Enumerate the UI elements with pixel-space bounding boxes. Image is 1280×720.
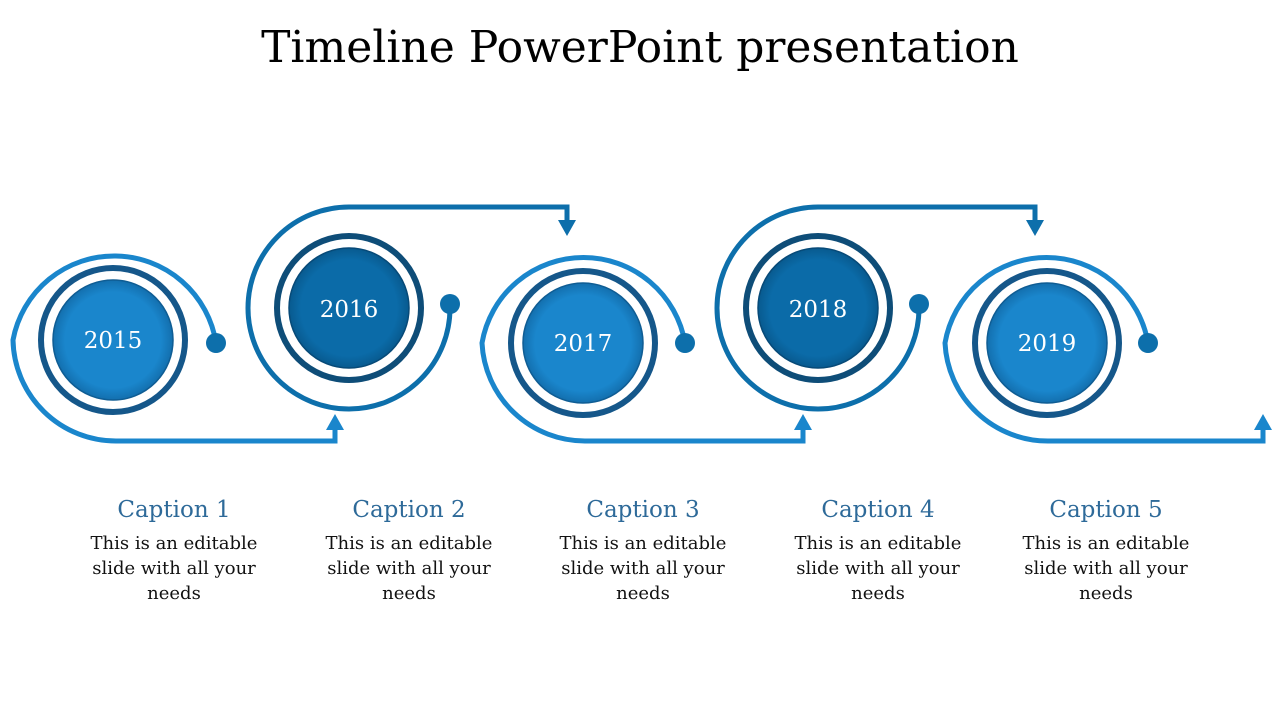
- caption-body: This is an editable slide with all your …: [559, 533, 727, 604]
- timeline-diagram: 2015 2016 2017 2018 2019: [10, 204, 1272, 444]
- loop-end-dot: [1138, 333, 1158, 353]
- caption-body: This is an editable slide with all your …: [90, 533, 258, 604]
- loop-end-dot: [206, 333, 226, 353]
- caption-body: This is an editable slide with all your …: [1022, 533, 1190, 604]
- arrow-down-icon: [1026, 220, 1044, 236]
- caption-title: Caption 4: [821, 497, 935, 523]
- arrow-up-icon: [1254, 414, 1272, 430]
- caption-title: Caption 1: [117, 497, 231, 523]
- caption-block-1: Caption 1 This is an editable slide with…: [74, 497, 274, 606]
- year-label: 2017: [554, 331, 613, 357]
- arrow-up-icon: [794, 414, 812, 430]
- caption-block-3: Caption 3 This is an editable slide with…: [543, 497, 743, 606]
- milestone-5: 2019: [942, 255, 1272, 444]
- caption-title: Caption 5: [1049, 497, 1163, 523]
- caption-body: This is an editable slide with all your …: [794, 533, 962, 604]
- year-label: 2019: [1018, 331, 1077, 357]
- caption-title: Caption 3: [586, 497, 700, 523]
- caption-block-2: Caption 2 This is an editable slide with…: [309, 497, 509, 606]
- arrow-up-icon: [326, 414, 344, 430]
- milestone-4: 2018: [714, 204, 1044, 412]
- loop-end-dot: [675, 333, 695, 353]
- arrow-down-icon: [558, 220, 576, 236]
- year-label: 2015: [84, 328, 143, 354]
- caption-block-5: Caption 5 This is an editable slide with…: [1006, 497, 1206, 606]
- caption-title: Caption 2: [352, 497, 466, 523]
- milestone-2: 2016: [245, 204, 576, 412]
- loop-end-dot: [909, 294, 929, 314]
- year-label: 2016: [320, 297, 379, 323]
- loop-end-dot: [440, 294, 460, 314]
- caption-block-4: Caption 4 This is an editable slide with…: [778, 497, 978, 606]
- year-label: 2018: [789, 297, 848, 323]
- caption-body: This is an editable slide with all your …: [325, 533, 493, 604]
